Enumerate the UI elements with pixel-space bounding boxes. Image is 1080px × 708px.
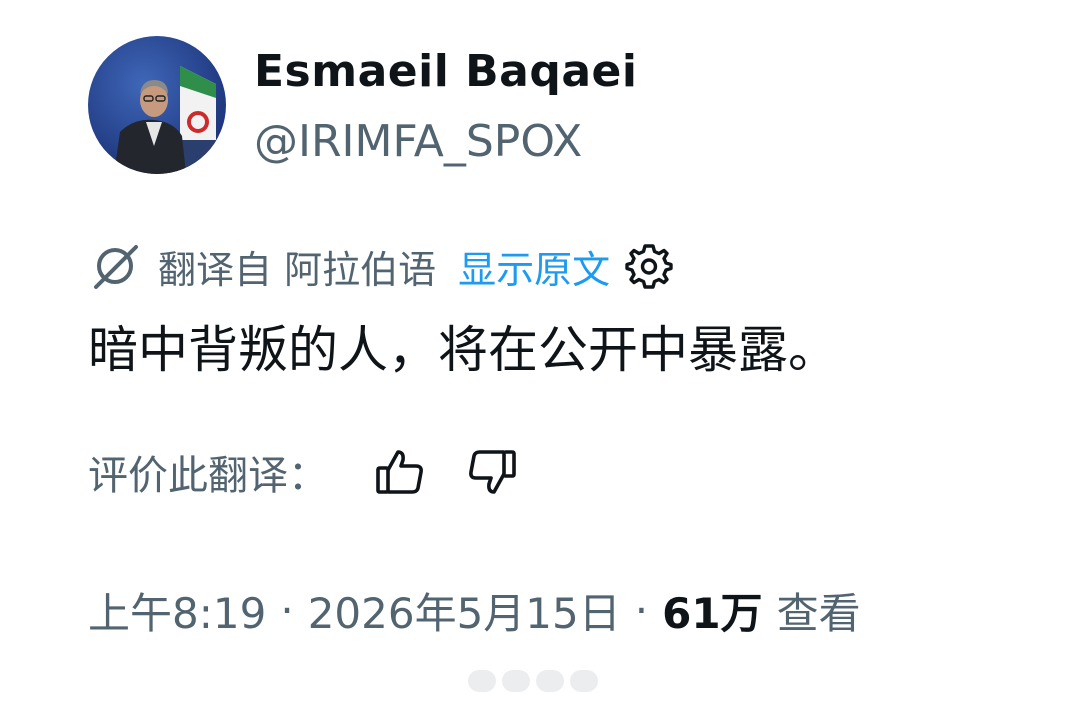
watermark-mark xyxy=(502,670,530,692)
avatar[interactable] xyxy=(88,36,226,174)
views-count[interactable]: 61万 xyxy=(662,580,762,641)
author-handle[interactable]: @IRIMFA_SPOX xyxy=(254,110,582,174)
translated-from-label: 翻译自 阿拉伯语 xyxy=(158,247,437,292)
watermark-mark xyxy=(468,670,496,692)
watermark xyxy=(468,666,618,696)
meta-separator: · xyxy=(634,585,649,635)
views-label[interactable]: 查看 xyxy=(777,580,861,641)
rate-translation: 评价此翻译： xyxy=(88,440,556,504)
translate-icon xyxy=(94,245,138,289)
thumbs-down-icon[interactable] xyxy=(464,444,520,500)
translation-bar: 翻译自 阿拉伯语 显示原文 xyxy=(88,236,674,296)
gear-icon[interactable] xyxy=(624,241,674,291)
tweet-time[interactable]: 上午8:19 xyxy=(88,580,266,641)
tweet-text: 暗中背叛的人，将在公开中暴露。 xyxy=(88,321,838,379)
watermark-mark xyxy=(536,670,564,692)
thumbs-up-icon[interactable] xyxy=(372,444,428,500)
tweet-card: Esmaeil Baqaei @IRIMFA_SPOX 翻译自 阿拉伯语 显示原… xyxy=(0,0,1080,708)
rate-translation-label: 评价此翻译： xyxy=(88,453,328,499)
meta-separator: · xyxy=(280,585,294,635)
watermark-mark xyxy=(570,670,598,692)
tweet-date[interactable]: 2026年5月15日 xyxy=(308,580,621,641)
tweet-meta: 上午8:19 · 2026年5月15日 · 61万 查看 xyxy=(88,578,861,642)
show-original-link[interactable]: 显示原文 xyxy=(458,239,610,294)
author-name[interactable]: Esmaeil Baqaei xyxy=(254,40,637,104)
